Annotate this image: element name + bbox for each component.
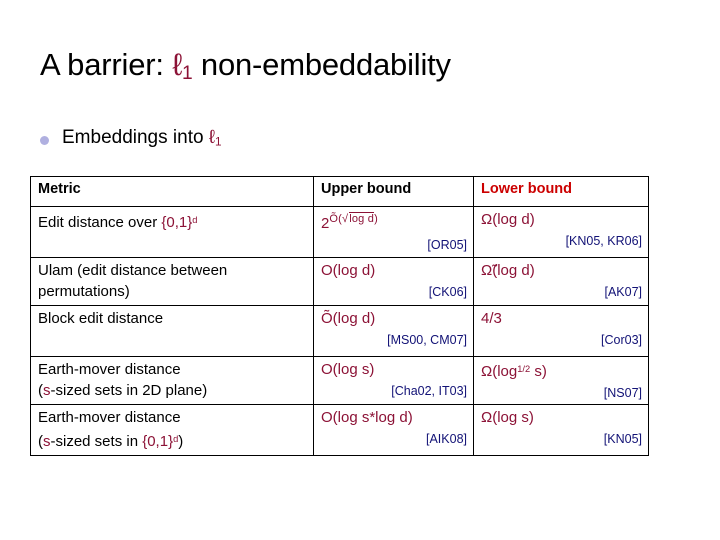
lower-bound-citation: [Cor03]: [601, 333, 642, 347]
upper-bound-value: O(log s): [321, 361, 375, 378]
upper-bound-value: 2Õ(√log d): [321, 210, 467, 233]
lower-value-prefix: Ω(log: [481, 363, 518, 381]
bullet-text-prefix: Embeddings into: [62, 127, 209, 148]
cell-metric: Ulam (edit distance between permutations…: [30, 257, 314, 306]
bounds-table: Metric Upper bound Lower bound Edit dist…: [30, 176, 649, 457]
upper-bound-citation: [CK06]: [428, 285, 467, 299]
bullet-dot-icon: [40, 135, 49, 145]
bullet-text: Embeddings into ℓ1: [62, 126, 222, 155]
metric-label-line2: (s-sized sets in 2D plane): [38, 381, 307, 401]
column-header-upper-bound: Upper bound: [313, 176, 474, 207]
cell-lower-bound: Ω(log d) [KN05, KR06]: [473, 206, 649, 258]
lower-bound-citation: [KN05]: [603, 432, 642, 447]
table-row: Block edit distance Õ(log d) [MS00, CM07…: [30, 305, 649, 357]
lower-bound-citation: [KN05, KR06]: [565, 234, 642, 248]
lower-bound-value: Ω(log s): [481, 409, 534, 427]
metric-label-line2: permutations): [38, 283, 130, 300]
column-header-lower-bound: Lower bound: [473, 176, 649, 207]
metric-line2-tail: ): [178, 433, 184, 451]
formula-exp-suffix: ): [374, 213, 378, 225]
metric-line2-accent2-text: {0,1}: [142, 433, 174, 451]
upper-bound-citation: [MS00, CM07]: [387, 333, 467, 347]
metric-label-accent: {0,1}d: [161, 214, 197, 231]
upper-bound-citation: [AIK08]: [426, 432, 467, 447]
metric-accent-superscript: d: [192, 215, 198, 225]
page-title: A barrier: ℓ1 non-embeddability: [40, 45, 680, 94]
bullet-line: Embeddings into ℓ1: [40, 126, 222, 155]
metric-line2-accent: s: [43, 433, 51, 451]
metric-label: Earth-mover distance: [38, 409, 181, 427]
metric-line2-suffix: -sized sets in 2D plane): [50, 382, 208, 399]
cell-upper-bound: O(log s*log d) [AIK08]: [313, 404, 474, 457]
lower-bound-citation: [NS07]: [603, 386, 642, 401]
cell-lower-bound: Ω(log s) [KN05]: [473, 404, 649, 457]
cell-metric: Earth-mover distance (s-sized sets in {0…: [30, 404, 314, 457]
metric-label: Edit distance over {0,1}d: [38, 210, 307, 233]
cell-metric: Block edit distance: [30, 305, 314, 357]
formula-exp-prefix: Õ(: [329, 213, 342, 225]
upper-bound-value: O(log s*log d): [321, 409, 413, 427]
metric-label: Ulam (edit distance between: [38, 262, 228, 279]
table-row: Ulam (edit distance between permutations…: [30, 257, 649, 306]
cell-upper-bound: O(log d) [CK06]: [313, 257, 474, 306]
metric-accent-text: {0,1}: [161, 214, 193, 232]
cell-lower-bound: Ω̃(log d) [AK07]: [473, 257, 649, 306]
bullet-ell-symbol: ℓ1: [209, 127, 222, 149]
table-header-row: Metric Upper bound Lower bound: [30, 176, 649, 207]
ell-symbol: ℓ1: [172, 47, 193, 85]
metric-line2-accent2: {0,1}d: [142, 433, 178, 450]
cell-upper-bound: 2Õ(√log d) [OR05]: [313, 206, 474, 258]
lower-bound-value: Ω̃(log d): [481, 262, 535, 279]
lower-bound-value: 4/3: [481, 310, 502, 327]
metric-label: Block edit distance: [38, 310, 164, 327]
bullet-ell-subscript: 1: [214, 135, 222, 149]
metric-line2-accent: s: [43, 382, 51, 399]
lower-bound-value: Ω(log1/2 s): [481, 360, 642, 381]
upper-bound-value: O(log d): [321, 262, 376, 279]
lower-value-suffix: s): [530, 363, 547, 381]
upper-bound-citation: [OR05]: [427, 238, 467, 253]
cell-metric: Edit distance over {0,1}d: [30, 206, 314, 258]
page-title-suffix: non-embeddability: [192, 47, 451, 82]
cell-metric: Earth-mover distance (s-sized sets in 2D…: [30, 355, 314, 406]
upper-bound-value: Õ(log d): [321, 310, 376, 327]
ell-subscript: 1: [182, 63, 193, 85]
cell-lower-bound: Ω(log1/2 s) [NS07]: [473, 355, 649, 406]
table-row: Edit distance over {0,1}d 2Õ(√log d) [OR…: [30, 206, 649, 258]
ell-glyph: ℓ: [172, 47, 183, 82]
page-title-prefix: A barrier:: [40, 47, 173, 82]
table-row: Earth-mover distance (s-sized sets in 2D…: [30, 355, 649, 406]
formula-exponent: Õ(√log d): [329, 212, 378, 225]
column-header-metric: Metric: [30, 176, 314, 207]
lower-value-superscript: 1/2: [517, 364, 531, 374]
metric-line2-suffix: -sized sets in: [50, 433, 143, 451]
metric-label-text: Edit distance over: [38, 214, 162, 232]
lower-bound-citation: [AK07]: [604, 285, 642, 299]
cell-upper-bound: Õ(log d) [MS00, CM07]: [313, 305, 474, 357]
metric-label-line2: (s-sized sets in {0,1}d): [38, 429, 307, 452]
table-row: Earth-mover distance (s-sized sets in {0…: [30, 404, 649, 457]
metric-label: Earth-mover distance: [38, 361, 181, 378]
cell-upper-bound: O(log s) [Cha02, IT03]: [313, 355, 474, 406]
cell-lower-bound: 4/3 [Cor03]: [473, 305, 649, 357]
upper-bound-citation: [Cha02, IT03]: [391, 384, 467, 398]
formula-radicand: log d: [349, 212, 375, 225]
lower-bound-value: Ω(log d): [481, 211, 535, 228]
